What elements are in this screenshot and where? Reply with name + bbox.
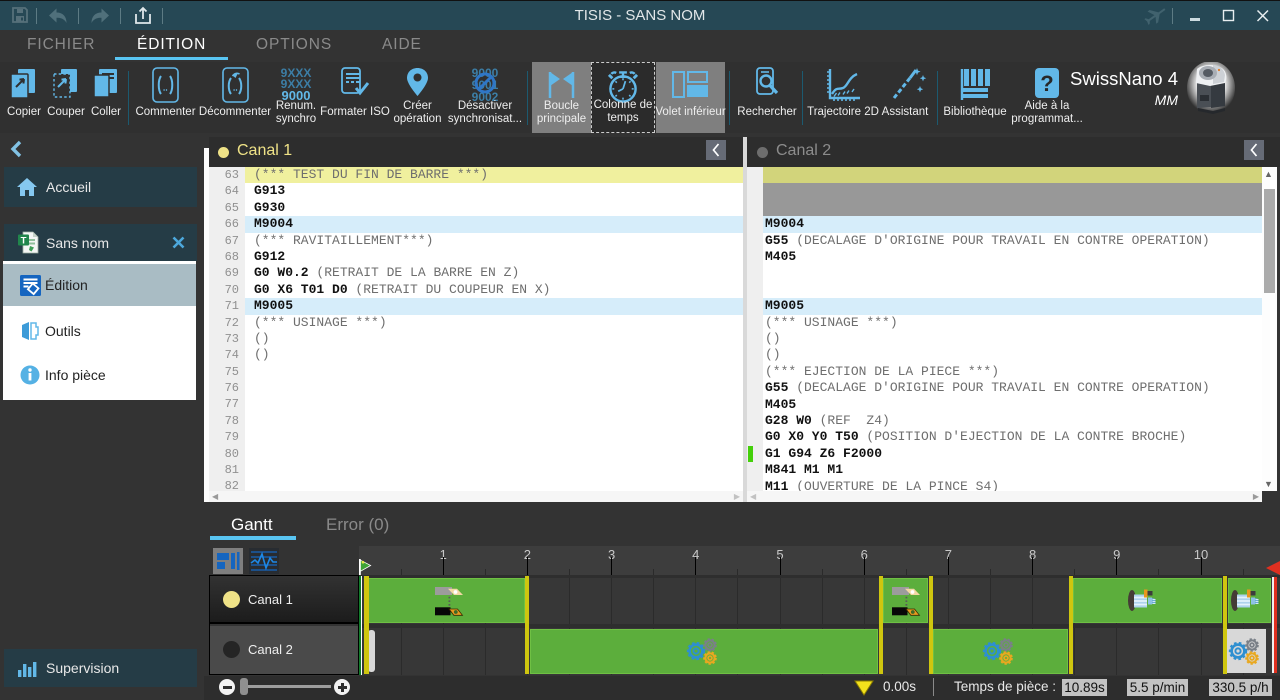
svg-text:T: T [21, 236, 27, 247]
